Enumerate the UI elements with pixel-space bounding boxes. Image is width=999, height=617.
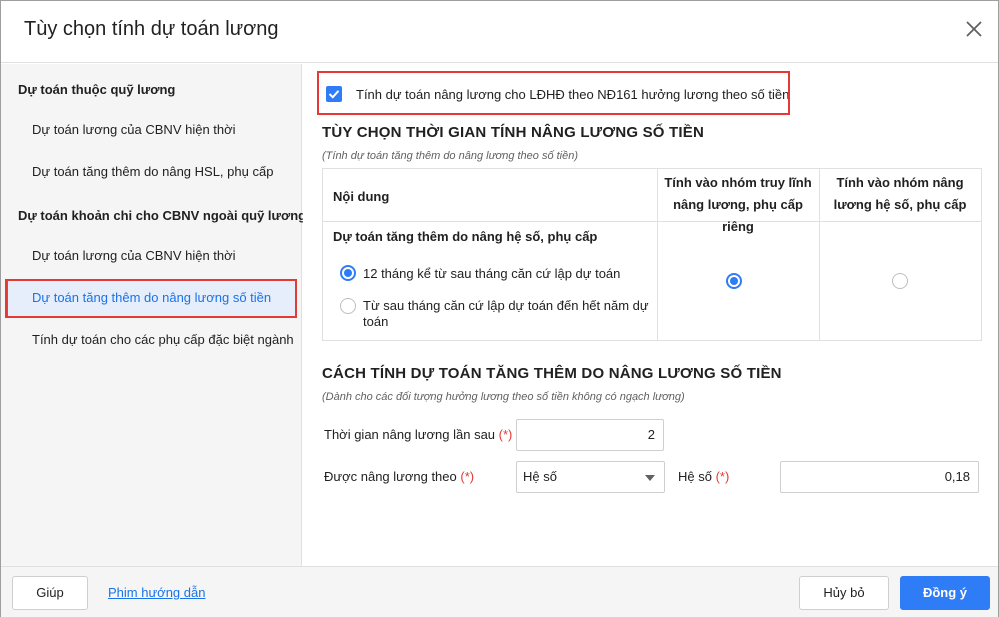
- raise-by-label-text: Được nâng lương theo: [324, 469, 457, 484]
- ok-button[interactable]: Đồng ý: [900, 576, 990, 610]
- table-divider: [323, 221, 981, 222]
- option-12-months-radio[interactable]: [340, 265, 356, 281]
- raise-by-label: Được nâng lương theo (*): [324, 469, 474, 484]
- help-button[interactable]: Giúp: [12, 576, 88, 610]
- dialog-header: Tùy chọn tính dự toán lương: [1, 1, 998, 63]
- row-title: Dự toán tăng thêm do nâng hệ số, phụ cấp: [333, 229, 598, 244]
- section2-title: CÁCH TÍNH DỰ TOÁN TĂNG THÊM DO NÂNG LƯƠN…: [322, 365, 782, 382]
- nd161-checkbox[interactable]: [326, 86, 342, 102]
- sidebar-item-current-salary[interactable]: Dự toán lương của CBNV hiện thời: [5, 112, 297, 148]
- sidebar-item-hsl-increase[interactable]: Dự toán tăng thêm do nâng HSL, phụ cấp: [5, 154, 297, 190]
- section1-subtitle: (Tính dự toán tăng thêm do nâng lương th…: [322, 150, 579, 162]
- option-until-year-end-label[interactable]: Từ sau tháng căn cứ lập dự toán đến hết …: [363, 298, 653, 330]
- option-until-year-end-radio[interactable]: [340, 298, 356, 314]
- guide-video-link[interactable]: Phim hướng dẫn: [108, 585, 205, 600]
- dialog-title: Tùy chọn tính dự toán lương: [24, 18, 279, 40]
- option-12-months-label[interactable]: 12 tháng kể từ sau tháng căn cứ lập dự t…: [363, 266, 620, 281]
- sidebar-item-amount-increase[interactable]: Dự toán tăng thêm do nâng lương số tiền: [5, 280, 297, 316]
- next-raise-label: Thời gian nâng lương lần sau (*): [324, 427, 512, 442]
- chevron-down-icon: [645, 475, 655, 481]
- cancel-button[interactable]: Hủy bỏ: [799, 576, 889, 610]
- required-mark: (*): [498, 427, 513, 442]
- sidebar-group-outside-fund: Dự toán khoản chi cho CBNV ngoài quỹ lươ…: [18, 208, 307, 223]
- salary-estimate-options-dialog: Tùy chọn tính dự toán lương Dự toán thuộ…: [0, 0, 999, 617]
- check-icon: [328, 90, 340, 99]
- section1-title: TÙY CHỌN THỜI GIAN TÍNH NÂNG LƯƠNG SỐ TI…: [322, 124, 704, 141]
- coef-input[interactable]: 0,18: [780, 461, 979, 493]
- group2-radio[interactable]: [892, 273, 908, 289]
- nd161-checkbox-label[interactable]: Tính dự toán nâng lương cho LĐHĐ theo NĐ…: [356, 87, 789, 102]
- sidebar-item-special-allowance[interactable]: Tính dự toán cho các phụ cấp đặc biệt ng…: [5, 322, 297, 358]
- required-mark: (*): [460, 469, 475, 484]
- group1-radio[interactable]: [726, 273, 742, 289]
- raise-by-select[interactable]: Hệ số: [516, 461, 665, 493]
- coef-label: Hệ số (*): [678, 469, 729, 484]
- raise-by-select-value: Hệ số: [523, 469, 557, 484]
- sidebar-group-payroll-fund: Dự toán thuộc quỹ lương: [18, 82, 176, 97]
- col-header-group2: Tính vào nhóm nâng lương hệ số, phụ cấp: [833, 175, 967, 212]
- required-mark: (*): [715, 469, 730, 484]
- section2-subtitle: (Dành cho các đối tượng hưởng lương theo…: [322, 391, 685, 403]
- sidebar-item-current-salary-outside[interactable]: Dự toán lương của CBNV hiện thời: [5, 238, 297, 274]
- coef-label-text: Hệ số: [678, 469, 712, 484]
- col-header-content: Nội dung: [333, 189, 390, 204]
- next-raise-input[interactable]: 2: [516, 419, 664, 451]
- col-header-group1: Tính vào nhóm truy lĩnh nâng lương, phụ …: [664, 175, 812, 234]
- close-icon[interactable]: [962, 17, 986, 41]
- next-raise-label-text: Thời gian nâng lương lần sau: [324, 427, 496, 442]
